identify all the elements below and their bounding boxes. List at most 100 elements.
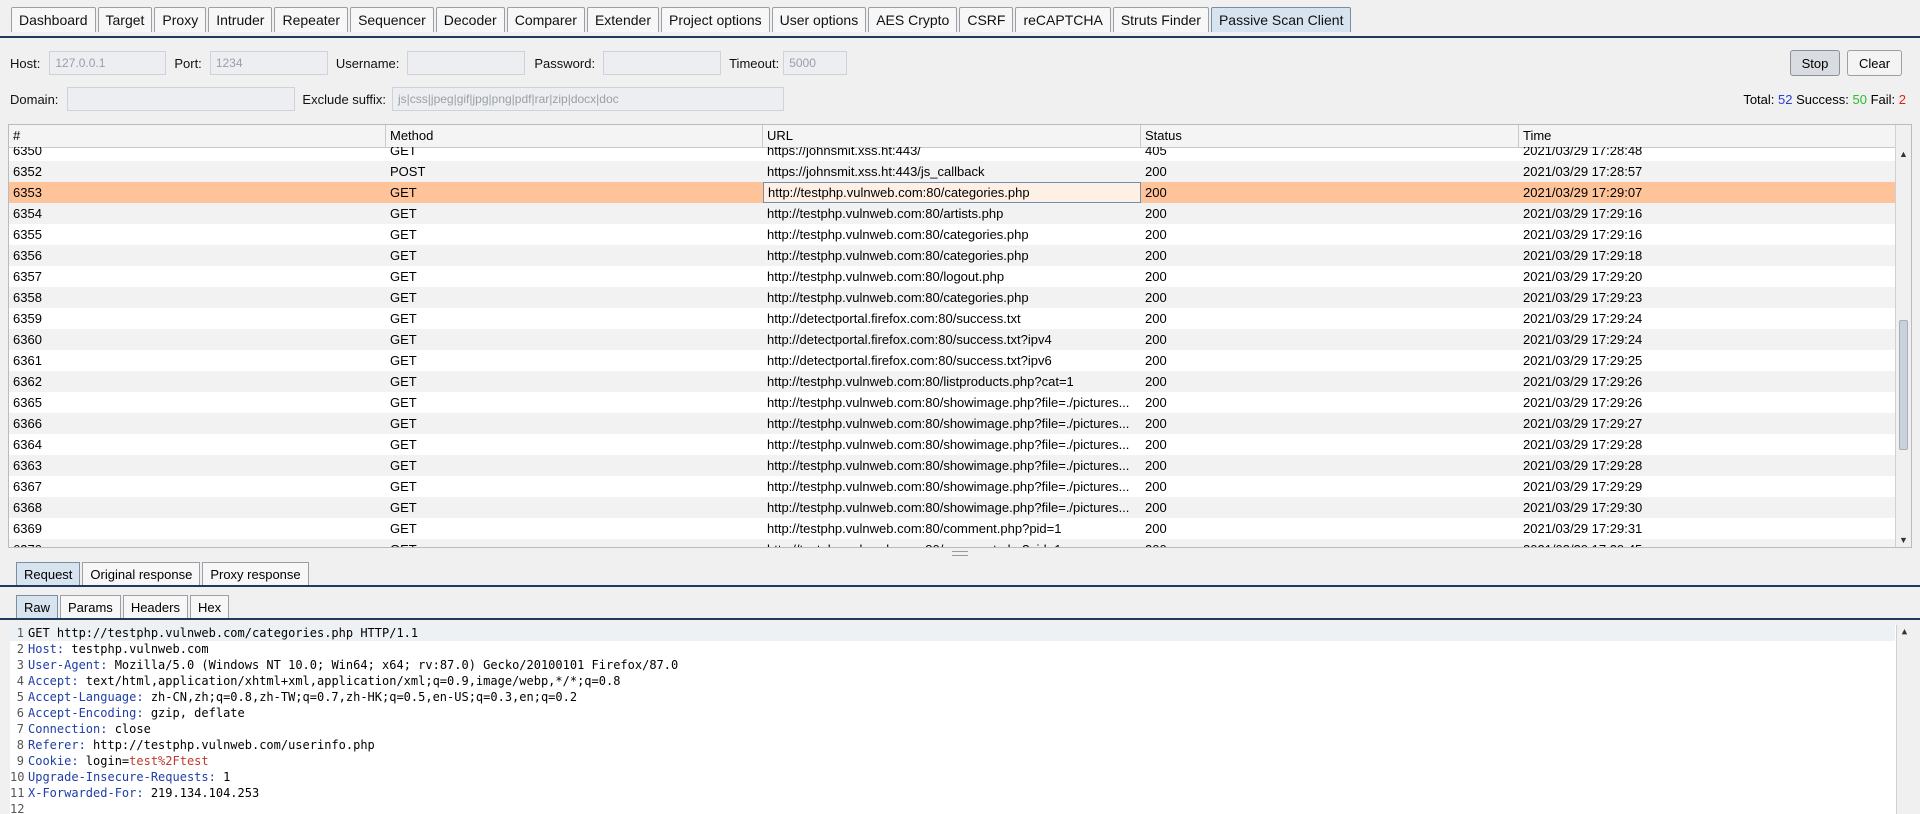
table-row[interactable]: 6356 GET http://testphp.vulnweb.com:80/cat… (9, 245, 1897, 266)
scroll-down-icon[interactable]: ▼ (1896, 533, 1911, 547)
table-scrollbar[interactable]: ▲ ▼ (1895, 125, 1911, 547)
cell-method: GET (390, 269, 417, 284)
cell-id: 6350 (13, 147, 42, 158)
header-value: text/html,application/xhtml+xml,applicat… (78, 674, 621, 688)
tab-proxy[interactable]: Proxy (154, 7, 207, 32)
tab-dashboard[interactable]: Dashboard (11, 7, 96, 32)
table-row[interactable]: 6362 GET http://testphp.vulnweb.com:80/lis… (9, 371, 1897, 392)
tab-recaptcha[interactable]: reCAPTCHA (1015, 7, 1111, 32)
tab-target[interactable]: Target (97, 7, 153, 32)
scroll-up-icon[interactable]: ▲ (1896, 147, 1911, 161)
tab-proxy-response[interactable]: Proxy response (202, 562, 309, 585)
tab-intruder[interactable]: Intruder (208, 7, 273, 32)
view-tabs: Raw Params Headers Hex (16, 595, 231, 618)
exclude-suffix-input[interactable]: js|css|jpeg|gif|jpg|png|pdf|rar|zip|docx… (392, 87, 785, 111)
cell-url: http://testphp.vulnweb.com:80/categories… (767, 248, 1029, 263)
header-value: login= (78, 754, 130, 768)
scroll-thumb[interactable] (1899, 320, 1908, 450)
cell-url: http://testphp.vulnweb.com:80/comment.ph… (767, 521, 1062, 536)
request-editor[interactable]: ▲ 1 GET http://testphp.vulnweb.com/catego… (10, 625, 1912, 814)
col-status-header[interactable]: Status (1141, 125, 1519, 147)
cell-status: 405 (1145, 147, 1167, 158)
table-row[interactable]: 6358 GET http://testphp.vulnweb.com:80/cat… (9, 287, 1897, 308)
tab-repeater[interactable]: Repeater (274, 7, 349, 32)
tab-decoder[interactable]: Decoder (435, 7, 505, 32)
cell-url: http://testphp.vulnweb.com:80/categories… (767, 290, 1029, 305)
tab-aes-crypto[interactable]: AES Crypto (868, 7, 958, 32)
table-row[interactable]: 6360 GET http://detectportal.firefox.com:8… (9, 329, 1897, 350)
main-tab-bar: Dashboard Target Proxy Intruder Repeater Sequ… (0, 0, 1920, 38)
table-row[interactable]: 6370GEThttp://testphp.vulnweb.com:80/com… (9, 539, 1897, 547)
col-time-header[interactable]: Time (1519, 125, 1897, 147)
cookie-value: test%2Ftest (129, 754, 209, 768)
tab-sequencer[interactable]: Sequencer (350, 7, 434, 32)
tab-csrf[interactable]: CSRF (959, 7, 1014, 32)
view-tab-raw[interactable]: Raw (16, 595, 59, 618)
port-input[interactable]: 1234 (209, 51, 328, 75)
stop-button[interactable]: Stop (1790, 50, 1840, 76)
cell-status: 200 (1145, 416, 1167, 431)
table-row[interactable]: 6367 GET http://testphp.vulnweb.com:80/sho… (9, 476, 1897, 497)
editor-scroll-up-icon[interactable]: ▲ (1897, 625, 1912, 639)
cell-time: 2021/03/29 17:29:30 (1523, 500, 1643, 515)
cell-method: GET (390, 437, 417, 452)
cell-url: http://testphp.vulnweb.com:80/artists.ph… (767, 206, 1004, 221)
table-row[interactable]: 6359 GET http://detectportal.firefox.com:8… (9, 308, 1897, 329)
table-row[interactable]: 6355 GET http://testphp.vulnweb.com:80/cat… (9, 224, 1897, 245)
clear-button[interactable]: Clear (1847, 50, 1902, 76)
cell-id: 6370 (9, 539, 386, 547)
tab-struts-finder[interactable]: Struts Finder (1112, 7, 1209, 32)
password-input[interactable] (603, 51, 722, 75)
table-row[interactable]: 6365 GET http://testphp.vulnweb.com:80/sho… (9, 392, 1897, 413)
tab-comparer[interactable]: Comparer (506, 7, 585, 32)
cell-method: GET (390, 248, 417, 263)
request-line: 7 Connection: close (10, 721, 151, 737)
table-row[interactable]: 6357 GET http://testphp.vulnweb.com:80/log… (9, 266, 1897, 287)
cell-id: 6353 (13, 185, 42, 200)
table-row[interactable]: 6366 GET http://testphp.vulnweb.com:80/sho… (9, 413, 1897, 434)
username-input[interactable] (407, 51, 526, 75)
header-value: testphp.vulnweb.com (64, 642, 209, 656)
cell-status: 200 (1145, 185, 1167, 200)
tab-project-options[interactable]: Project options (661, 7, 770, 32)
table-row[interactable]: 6363 GET http://testphp.vulnweb.com:80/sho… (9, 455, 1897, 476)
message-tabs: Request Original response Proxy response (16, 562, 311, 585)
table-row[interactable]: 6361 GET http://detectportal.firefox.com:8… (9, 350, 1897, 371)
col-url-header[interactable]: URL (763, 125, 1141, 147)
port-label: Port: (174, 55, 202, 71)
main-tabs: Dashboard Target Proxy Intruder Repeater Sequ… (11, 7, 1353, 32)
domain-input[interactable] (67, 87, 296, 111)
table-row[interactable]: 6369 GET http://testphp.vulnweb.com:80/com… (9, 518, 1897, 539)
editor-scrollbar[interactable]: ▲ (1896, 625, 1912, 814)
table-row[interactable]: 6352 POST https://johnsmit.xss.ht:443/js_c… (9, 161, 1897, 182)
tab-passive-scan-client[interactable]: Passive Scan Client (1210, 7, 1352, 32)
cell-time: 2021/03/29 17:29:29 (1523, 479, 1643, 494)
header-value: 219.134.104.253 (143, 786, 260, 800)
col-method-header[interactable]: Method (386, 125, 763, 147)
table-row[interactable]: 6368 GET http://testphp.vulnweb.com:80/sho… (9, 497, 1897, 518)
view-tab-headers[interactable]: Headers (122, 595, 188, 618)
header-name: User-Agent: (28, 658, 108, 672)
cell-status: 200 (1145, 164, 1167, 179)
splitter-grip-icon[interactable] (952, 551, 968, 556)
request-line: 10 Upgrade-Insecure-Requests: 1 (10, 769, 230, 785)
table-row[interactable]: 6353 GET http://testphp.vulnweb.com:80/cat… (9, 182, 1897, 203)
pane-splitter[interactable] (0, 550, 1920, 556)
tab-request[interactable]: Request (16, 562, 81, 585)
tab-user-options[interactable]: User options (771, 7, 867, 32)
fail-label: Fail: (1870, 92, 1896, 107)
view-tab-hex[interactable]: Hex (189, 595, 230, 618)
table-row[interactable]: 6364 GET http://testphp.vulnweb.com:80/sho… (9, 434, 1897, 455)
cell-id: 6354 (13, 206, 42, 221)
tab-extender[interactable]: Extender (586, 7, 659, 32)
col-id-header[interactable]: # (9, 125, 386, 147)
tab-original-response[interactable]: Original response (82, 562, 201, 585)
table-row[interactable]: 6354 GET http://testphp.vulnweb.com:80/art… (9, 203, 1897, 224)
table-row[interactable]: 6350 GET https://johnsmit.xss.ht:443/405 20… (9, 147, 1897, 161)
header-name: X-Forwarded-For: (28, 786, 144, 800)
timeout-input[interactable]: 5000 (783, 51, 848, 75)
cell-id: 6358 (13, 290, 42, 305)
host-input[interactable]: 127.0.0.1 (49, 51, 167, 75)
cell-time: 2021/03/29 17:29:24 (1523, 311, 1643, 326)
view-tab-params[interactable]: Params (60, 595, 121, 618)
